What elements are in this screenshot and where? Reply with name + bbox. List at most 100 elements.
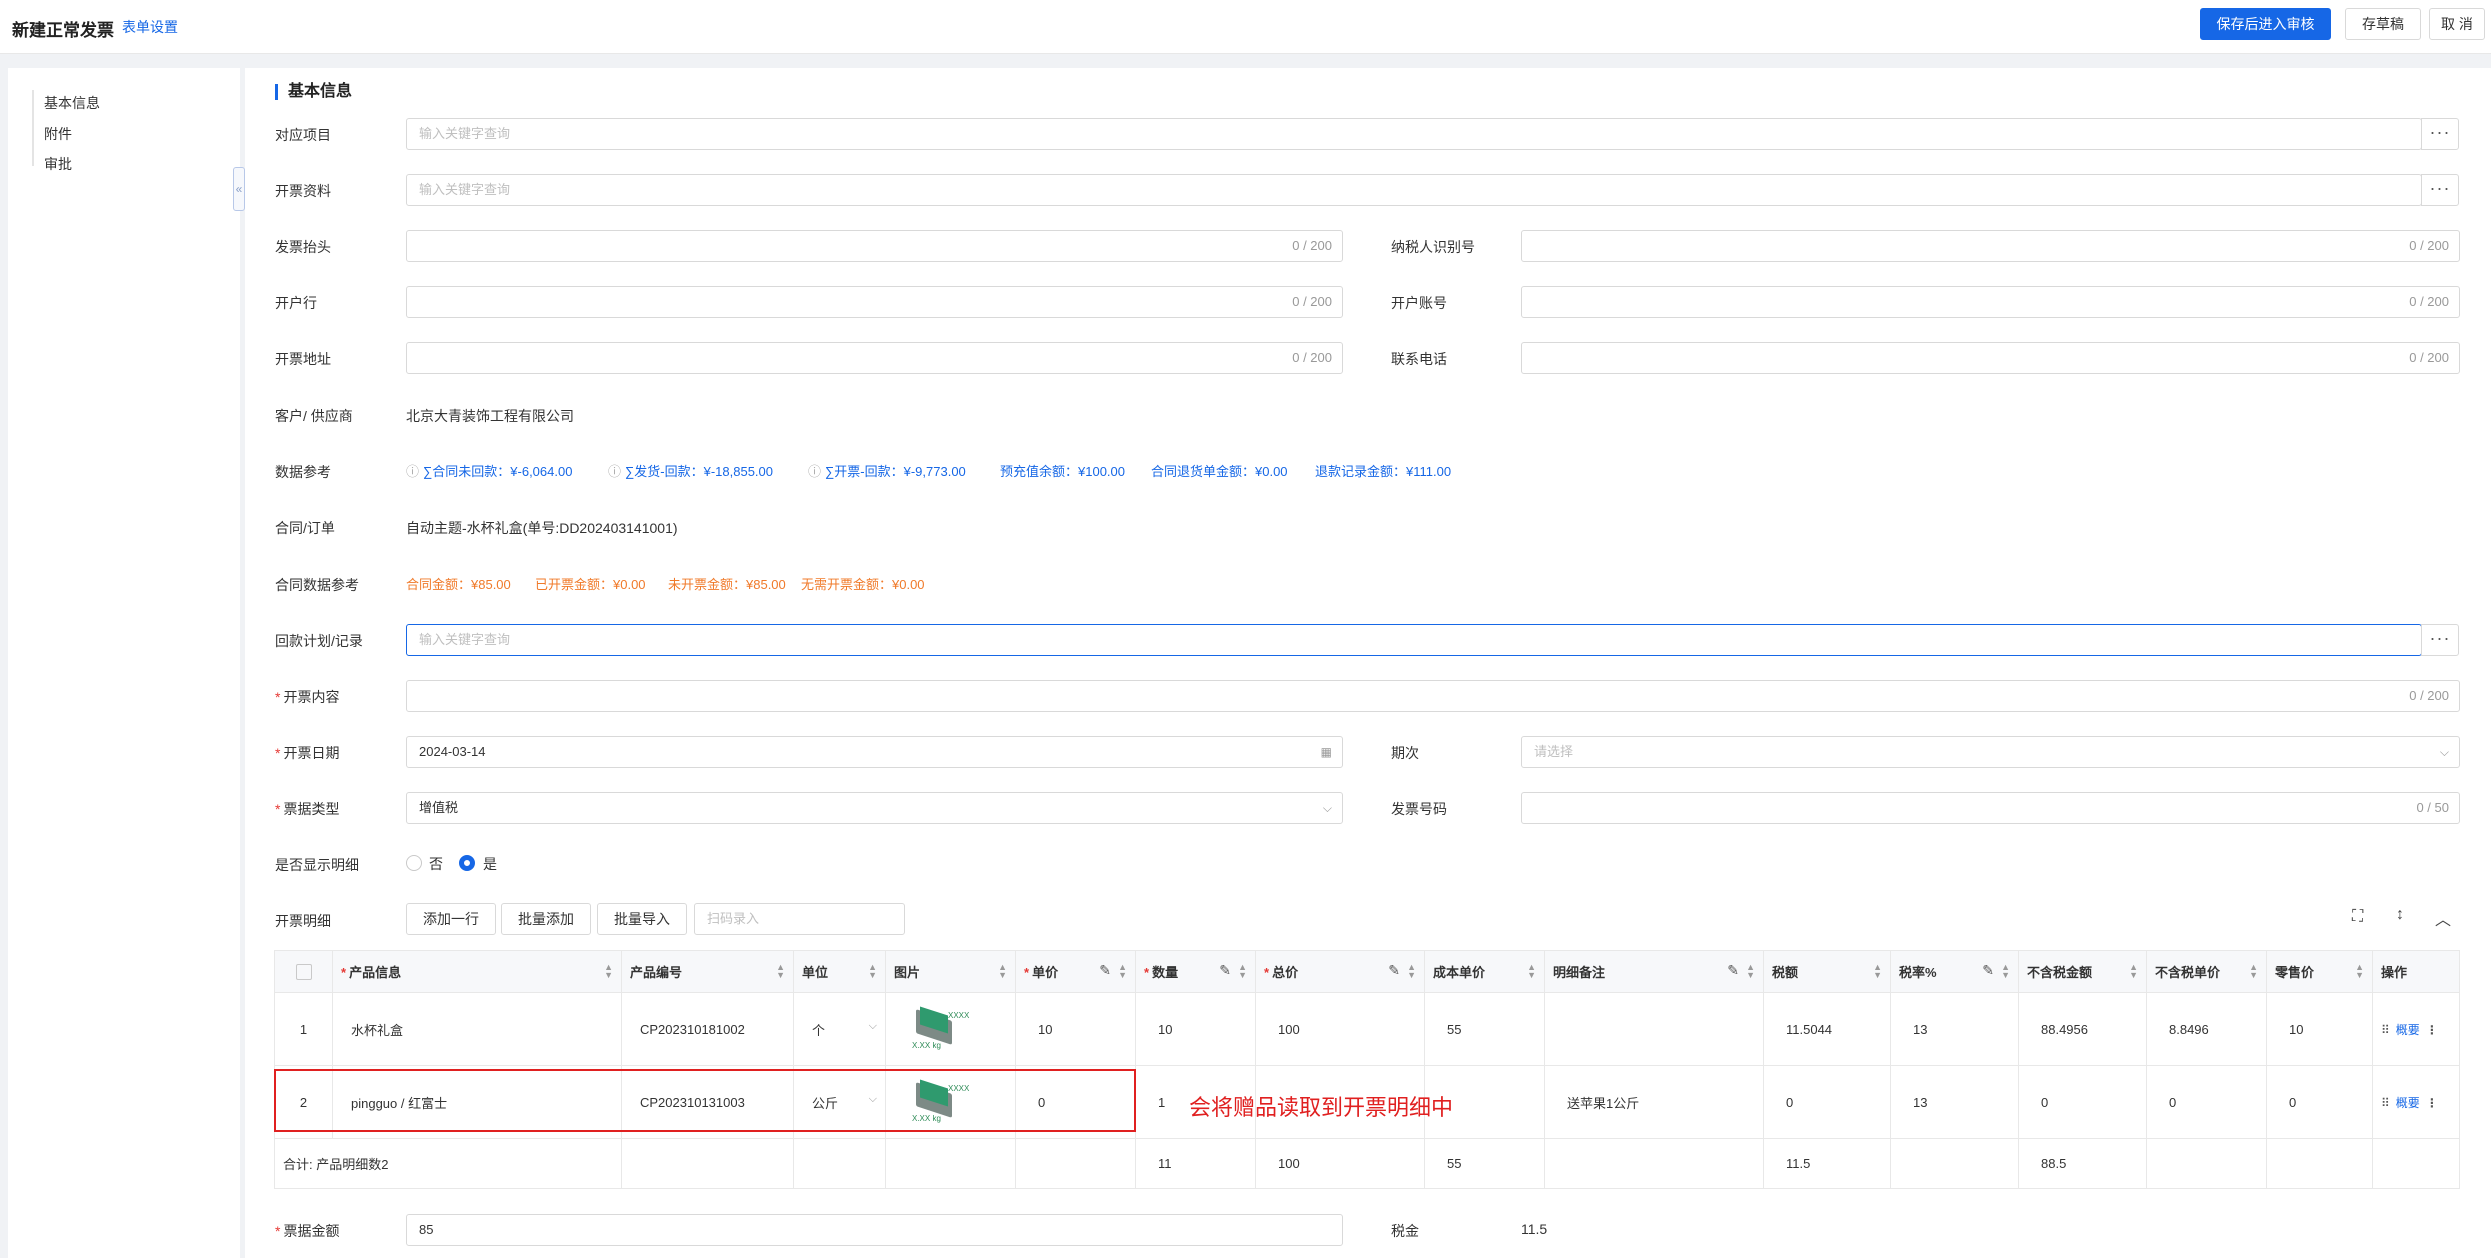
cell-product[interactable]: 水杯礼盒	[332, 992, 622, 1066]
cell-note[interactable]	[1544, 992, 1764, 1066]
col-tax[interactable]: 税额 ▲ ▼	[1763, 950, 1891, 993]
taxpayer-id-input[interactable]: 0 / 200	[1521, 230, 2460, 262]
payment-plan-input[interactable]: 输入关键字查询	[406, 624, 2422, 656]
content-input[interactable]: 0 / 200	[406, 680, 2460, 712]
more-icon[interactable]: ⋮	[2426, 1096, 2438, 1110]
col-unit[interactable]: 单位 ▲ ▼	[793, 950, 886, 993]
edit-icon: ✎	[1388, 962, 1400, 978]
summary-qty: 11	[1135, 1138, 1256, 1189]
sidebar-item-approval[interactable]: 审批	[44, 154, 72, 174]
save-draft-button[interactable]: 存草稿	[2345, 8, 2421, 40]
table-header-row: * 产品信息 ▲ ▼ 产品编号 ▲ ▼ 单位 ▲ ▼ 图片 ▲ ▼ * 单价 ✎ ▲ ▼ * 数量 ✎ ▲ ▼ *…	[274, 950, 2460, 993]
period-select[interactable]: 请选择 ⌵	[1521, 736, 2460, 768]
page-title: 新建正常发票	[12, 21, 114, 40]
sort-icon: ▲ ▼	[868, 962, 877, 980]
drag-handle-icon[interactable]: ⠿	[2381, 1096, 2390, 1110]
collapse-up-icon[interactable]: ︿	[2435, 906, 2451, 930]
help-icon: ⓘ	[608, 464, 622, 479]
sidebar-item-basic-info[interactable]: 基本信息	[44, 93, 100, 113]
row-index: 1	[274, 992, 333, 1066]
bank-input[interactable]: 0 / 200	[406, 286, 1343, 318]
scan-input[interactable]: 扫码录入	[694, 903, 905, 935]
invoice-info-more-icon[interactable]: ···	[2421, 174, 2459, 206]
col-total[interactable]: * 总价 ✎ ▲ ▼	[1255, 950, 1425, 993]
cell-price[interactable]: 10	[1015, 992, 1136, 1066]
cell-rate[interactable]: 13	[1890, 992, 2019, 1066]
cell-rate[interactable]: 13	[1890, 1065, 2019, 1139]
col-code[interactable]: 产品编号 ▲ ▼	[621, 950, 794, 993]
cell-image[interactable]: XXXX X.XX kg	[885, 992, 1016, 1066]
col-product[interactable]: * 产品信息 ▲ ▼	[332, 950, 622, 993]
cell-total[interactable]: 100	[1255, 992, 1425, 1066]
col-note[interactable]: 明细备注 ✎ ▲ ▼	[1544, 950, 1764, 993]
form-settings-link[interactable]: 表单设置	[122, 17, 178, 37]
invoice-type-select[interactable]: 增值税 ⌵	[406, 792, 1343, 824]
cell-qty[interactable]: 10	[1135, 992, 1256, 1066]
invoiced-amount: 已开票金额：¥0.00	[535, 577, 646, 592]
col-qty[interactable]: * 数量 ✎ ▲ ▼	[1135, 950, 1256, 993]
taxpayer-id-label: 纳税人识别号	[1391, 239, 1475, 255]
tax-label: 税金	[1391, 1223, 1419, 1239]
col-cost[interactable]: 成本单价 ▲ ▼	[1424, 950, 1545, 993]
project-input[interactable]: 输入关键字查询	[406, 118, 2422, 150]
radio-yes[interactable]	[459, 855, 475, 871]
phone-label: 联系电话	[1391, 351, 1447, 367]
anchor-sidebar: 基本信息 附件 审批	[8, 68, 240, 1258]
summary-link[interactable]: 概要	[2396, 1023, 2420, 1037]
sort-icon: ▲ ▼	[2129, 962, 2138, 980]
summary-row: 合计: 产品明细数2 11 100 55 11.5 88.5	[274, 1138, 2460, 1189]
radio-no[interactable]	[406, 855, 422, 871]
sidebar-item-attachment[interactable]: 附件	[44, 124, 72, 144]
invoice-no-input[interactable]: 0 / 50	[1521, 792, 2460, 824]
sort-icon: ▲ ▼	[1527, 962, 1536, 980]
add-row-button[interactable]: 添加一行	[406, 903, 496, 935]
sort-icon: ▲ ▼	[1238, 962, 1247, 980]
contract-value[interactable]: 自动主题-水杯礼盒(单号:DD202403141001)	[406, 518, 678, 538]
invoice-header-input[interactable]: 0 / 200	[406, 230, 1343, 262]
bank-account-input[interactable]: 0 / 200	[1521, 286, 2460, 318]
row-height-icon[interactable]: ↕	[2396, 906, 2404, 924]
edit-icon: ✎	[1219, 962, 1231, 978]
select-all-checkbox[interactable]	[274, 950, 333, 993]
col-rate[interactable]: 税率% ✎ ▲ ▼	[1890, 950, 2019, 993]
save-submit-button[interactable]: 保存后进入审核	[2200, 8, 2331, 40]
sort-icon: ▲ ▼	[1746, 962, 1755, 980]
chevron-down-icon: ⌵	[2439, 745, 2449, 759]
summary-tax: 11.5	[1763, 1138, 1891, 1189]
col-net-price[interactable]: 不含税单价 ▲ ▼	[2146, 950, 2267, 993]
no-invoice-amount: 无需开票金额：¥0.00	[801, 577, 925, 592]
project-more-icon[interactable]: ···	[2421, 118, 2459, 150]
drag-handle-icon[interactable]: ⠿	[2381, 1023, 2390, 1037]
data-ref-return: 合同退货单金额：¥0.00	[1151, 464, 1288, 479]
address-input[interactable]: 0 / 200	[406, 342, 1343, 374]
payment-plan-more-icon[interactable]: ···	[2421, 624, 2459, 656]
phone-input[interactable]: 0 / 200	[1521, 342, 2460, 374]
radio-yes-label: 是	[483, 856, 497, 872]
data-ref-label: 数据参考	[275, 464, 331, 480]
cell-unit[interactable]: 个 ⌵	[793, 992, 886, 1066]
contract-label: 合同/订单	[275, 520, 335, 536]
col-action: 操作	[2372, 950, 2460, 993]
date-label: * 开票日期	[275, 745, 340, 761]
col-image[interactable]: 图片 ▲ ▼	[885, 950, 1016, 993]
cell-cost: 55	[1424, 992, 1545, 1066]
cell-note[interactable]: 送苹果1公斤	[1544, 1065, 1764, 1139]
amount-input[interactable]: 85	[406, 1214, 1343, 1246]
col-net[interactable]: 不含税金额 ▲ ▼	[2018, 950, 2147, 993]
invoice-info-input[interactable]: 输入关键字查询	[406, 174, 2422, 206]
summary-link[interactable]: 概要	[2396, 1096, 2420, 1110]
help-icon: ⓘ	[406, 464, 420, 479]
period-label: 期次	[1391, 745, 1419, 761]
collapse-sidebar-icon[interactable]: «	[233, 167, 245, 211]
top-header: 新建正常发票 表单设置 保存后进入审核 存草稿 取 消	[0, 0, 2491, 54]
date-input[interactable]: 2024-03-14 ▦	[406, 736, 1343, 768]
batch-import-button[interactable]: 批量导入	[597, 903, 687, 935]
data-ref-refund: 退款记录金额：¥111.00	[1315, 464, 1452, 479]
cancel-button[interactable]: 取 消	[2429, 8, 2485, 40]
batch-add-button[interactable]: 批量添加	[501, 903, 591, 935]
more-icon[interactable]: ⋮	[2426, 1023, 2438, 1037]
col-retail[interactable]: 零售价 ▲ ▼	[2266, 950, 2373, 993]
fullscreen-icon[interactable]: ⛶	[2352, 908, 2363, 926]
col-price[interactable]: * 单价 ✎ ▲ ▼	[1015, 950, 1136, 993]
radio-no-label: 否	[429, 856, 443, 872]
